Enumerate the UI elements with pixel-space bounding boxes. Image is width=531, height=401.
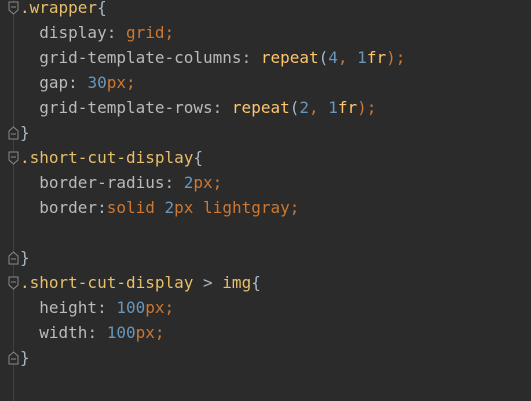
code-token: : <box>97 298 117 317</box>
code-text: grid-template-columns: repeat(4, 1fr); <box>20 45 405 70</box>
code-line[interactable]: .short-cut-display{ <box>0 145 531 170</box>
code-token: { <box>193 148 204 167</box>
code-text: display: grid; <box>20 20 174 45</box>
code-token: } <box>20 348 30 367</box>
code-text: .short-cut-display{ <box>20 145 203 170</box>
code-token: ; <box>125 73 136 92</box>
fold-toggle-icon[interactable] <box>7 145 20 170</box>
code-token: gap <box>20 73 69 92</box>
code-token: { <box>251 273 261 292</box>
code-token: 1 <box>328 98 338 117</box>
code-token: ; <box>289 198 300 217</box>
code-token: px <box>193 173 213 192</box>
code-token: fr <box>337 98 358 117</box>
fold-toggle-icon[interactable] <box>7 0 20 20</box>
code-text: height: 100px; <box>20 295 174 320</box>
code-token: px <box>174 198 204 217</box>
code-token: repeat <box>231 98 290 117</box>
code-token: lightgray <box>203 198 290 217</box>
code-token: ; <box>164 298 175 317</box>
code-token: 100 <box>106 323 136 342</box>
code-token: ); <box>357 98 377 117</box>
code-token: grid-template-rows <box>20 98 213 117</box>
code-token: fr <box>366 48 387 67</box>
code-editor[interactable]: .wrapper{ display: grid; grid-template-c… <box>0 0 531 401</box>
code-token: : <box>164 173 184 192</box>
code-text: border-radius: 2px; <box>20 170 222 195</box>
code-token: grid <box>125 23 165 42</box>
fold-end-icon[interactable] <box>7 245 20 270</box>
code-line[interactable]: border:solid 2px lightgray; <box>0 195 531 220</box>
code-token: border-radius <box>20 173 165 192</box>
code-line[interactable]: } <box>0 120 531 145</box>
code-token: > <box>193 273 223 292</box>
code-token: width <box>20 323 88 342</box>
code-token: ( <box>289 98 300 117</box>
code-token: 100 <box>116 298 146 317</box>
code-token: solid <box>106 198 165 217</box>
code-token: : <box>68 73 88 92</box>
code-token: repeat <box>260 48 319 67</box>
code-text: .short-cut-display > img{ <box>20 270 261 295</box>
code-token: height <box>20 298 98 317</box>
code-token: , <box>309 98 329 117</box>
code-token: { <box>97 0 107 17</box>
code-token: } <box>20 248 30 267</box>
code-token: px <box>106 73 126 92</box>
code-text: border:solid 2px lightgray; <box>20 195 299 220</box>
code-line[interactable]: } <box>0 245 531 270</box>
code-token: : <box>212 98 232 117</box>
code-token: px <box>135 323 155 342</box>
code-text: width: 100px; <box>20 320 165 345</box>
code-token: img <box>222 273 252 292</box>
code-token: ; <box>164 23 175 42</box>
code-token: , <box>337 48 358 67</box>
code-text: } <box>20 345 30 370</box>
code-line[interactable]: grid-template-rows: repeat(2, 1fr); <box>0 95 531 120</box>
code-line[interactable]: gap: 30px; <box>0 70 531 95</box>
code-token: } <box>20 123 30 142</box>
code-line[interactable] <box>0 220 531 245</box>
code-line[interactable]: grid-template-columns: repeat(4, 1fr); <box>0 45 531 70</box>
code-token: 2 <box>164 198 175 217</box>
code-token: .wrapper <box>20 0 98 17</box>
code-token: .short-cut-display <box>20 148 194 167</box>
code-token: ; <box>154 323 165 342</box>
code-token: : <box>97 198 107 217</box>
fold-toggle-icon[interactable] <box>7 270 20 295</box>
code-token: display <box>20 23 107 42</box>
code-token: 2 <box>183 173 194 192</box>
code-token: .short-cut-display <box>20 273 194 292</box>
code-token: border <box>20 198 98 217</box>
code-text: .wrapper{ <box>20 0 107 20</box>
code-text: } <box>20 120 30 145</box>
code-text: grid-template-rows: repeat(2, 1fr); <box>20 95 376 120</box>
code-token: : <box>106 23 126 42</box>
code-line[interactable]: display: grid; <box>0 20 531 45</box>
code-line[interactable]: border-radius: 2px; <box>0 170 531 195</box>
code-token: grid-template-columns <box>20 48 242 67</box>
code-token: 2 <box>299 98 309 117</box>
code-token: ( <box>318 48 329 67</box>
fold-end-icon[interactable] <box>7 120 20 145</box>
code-token: px <box>145 298 165 317</box>
code-text: gap: 30px; <box>20 70 136 95</box>
code-line[interactable]: width: 100px; <box>0 320 531 345</box>
code-token: : <box>87 323 107 342</box>
code-line[interactable]: height: 100px; <box>0 295 531 320</box>
code-token: 4 <box>328 48 338 67</box>
code-line[interactable]: .wrapper{ <box>0 0 531 20</box>
fold-end-icon[interactable] <box>7 345 20 370</box>
code-line[interactable]: .short-cut-display > img{ <box>0 270 531 295</box>
code-token: 1 <box>357 48 367 67</box>
code-token: ); <box>386 48 406 67</box>
code-token: 30 <box>87 73 107 92</box>
code-line[interactable]: } <box>0 345 531 370</box>
code-token: ; <box>212 173 223 192</box>
code-text: } <box>20 245 30 270</box>
code-token: : <box>241 48 261 67</box>
